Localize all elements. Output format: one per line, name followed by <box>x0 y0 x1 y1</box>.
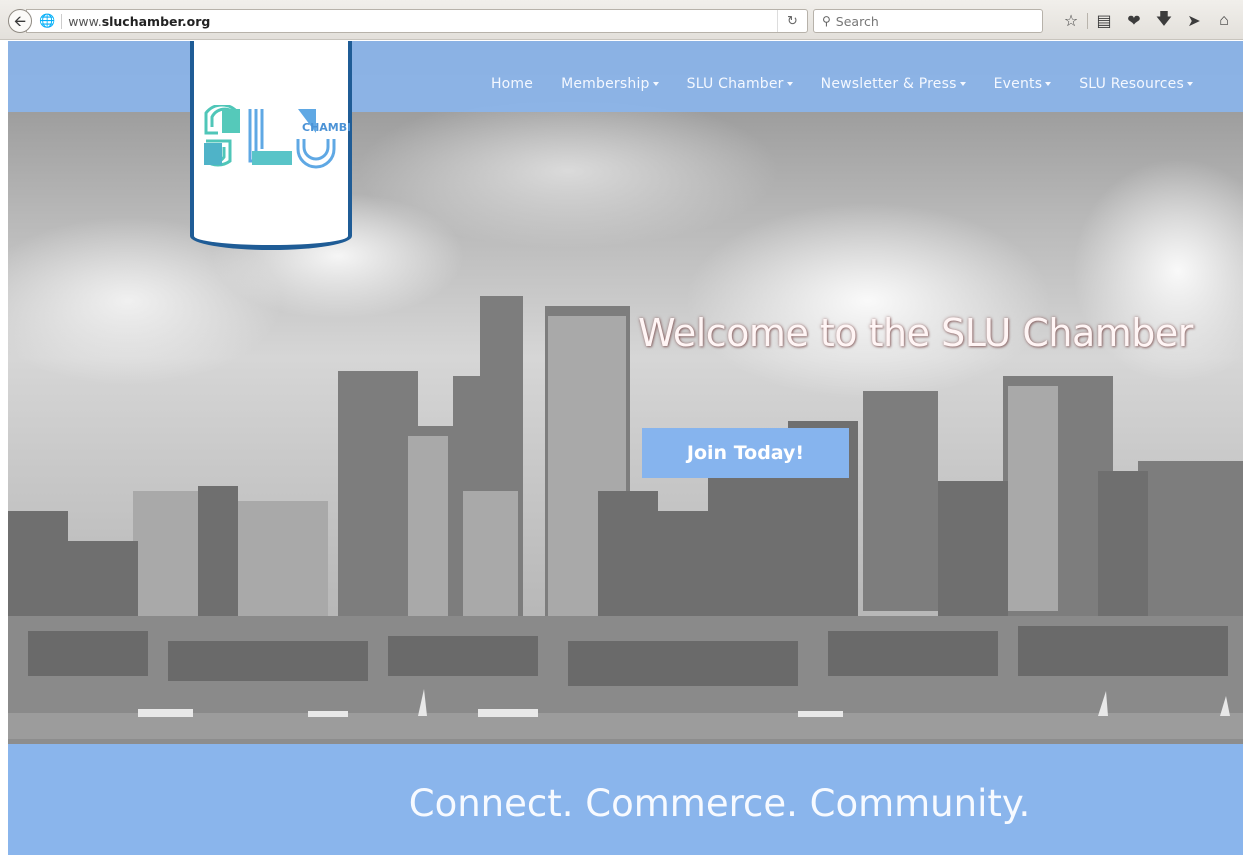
home-icon[interactable]: ⌂ <box>1209 8 1239 34</box>
search-icon: ⚲ <box>822 14 831 28</box>
download-icon[interactable]: 🡇 <box>1149 8 1179 34</box>
main-nav-menu: Home Membership SLU Chamber Newsletter &… <box>491 76 1193 92</box>
star-icon[interactable]: ☆ <box>1056 8 1086 34</box>
toolbar-divider <box>1087 13 1088 29</box>
nav-item-home[interactable]: Home <box>491 76 533 92</box>
toolbar-icons: ☆ ▤ ❤ 🡇 ➤ ⌂ <box>1056 8 1239 34</box>
url-text[interactable]: www.sluchamber.org <box>68 14 210 29</box>
web-page: Home Membership SLU Chamber Newsletter &… <box>8 41 1243 855</box>
tagline-band: Connect. Commerce. Community. <box>8 744 1243 855</box>
caret-down-icon <box>786 82 793 86</box>
nav-item-slu-chamber[interactable]: SLU Chamber <box>687 76 793 92</box>
reading-list-icon[interactable]: ▤ <box>1089 8 1119 34</box>
caret-down-icon <box>959 82 966 86</box>
search-input[interactable]: ⚲ Search <box>813 9 1043 33</box>
pocket-icon[interactable]: ❤ <box>1119 8 1149 34</box>
reload-icon[interactable]: ↻ <box>777 10 807 32</box>
globe-icon: 🌐 <box>39 13 56 28</box>
tagline-text: Connect. Commerce. Community. <box>408 782 1031 825</box>
caret-down-icon <box>652 82 659 86</box>
send-icon[interactable]: ➤ <box>1179 8 1209 34</box>
browser-toolbar: 🡨 🌐 www.sluchamber.org ↻ ⚲ Search ☆ ▤ ❤ … <box>0 0 1243 40</box>
hero-section: Home Membership SLU Chamber Newsletter &… <box>8 41 1243 744</box>
logo-chamber-text: CHAMBER <box>302 121 350 134</box>
caret-down-icon <box>1187 82 1193 86</box>
back-arrow-icon[interactable]: 🡨 <box>8 9 32 33</box>
caret-down-icon <box>1045 82 1052 86</box>
slu-chamber-logo[interactable]: CHAMBER <box>190 41 352 250</box>
hero-title: Welcome to the SLU Chamber <box>638 311 1193 355</box>
slu-logo-mark: CHAMBER <box>204 105 350 169</box>
nav-item-slu-resources[interactable]: SLU Resources <box>1079 76 1193 92</box>
nav-item-events[interactable]: Events <box>994 76 1052 92</box>
join-today-button[interactable]: Join Today! <box>642 428 849 478</box>
url-separator <box>61 13 63 29</box>
address-bar[interactable]: 🌐 www.sluchamber.org ↻ <box>26 9 808 33</box>
search-placeholder: Search <box>835 13 879 29</box>
nav-item-membership[interactable]: Membership <box>561 76 659 92</box>
nav-item-newsletter-press[interactable]: Newsletter & Press <box>821 76 966 92</box>
